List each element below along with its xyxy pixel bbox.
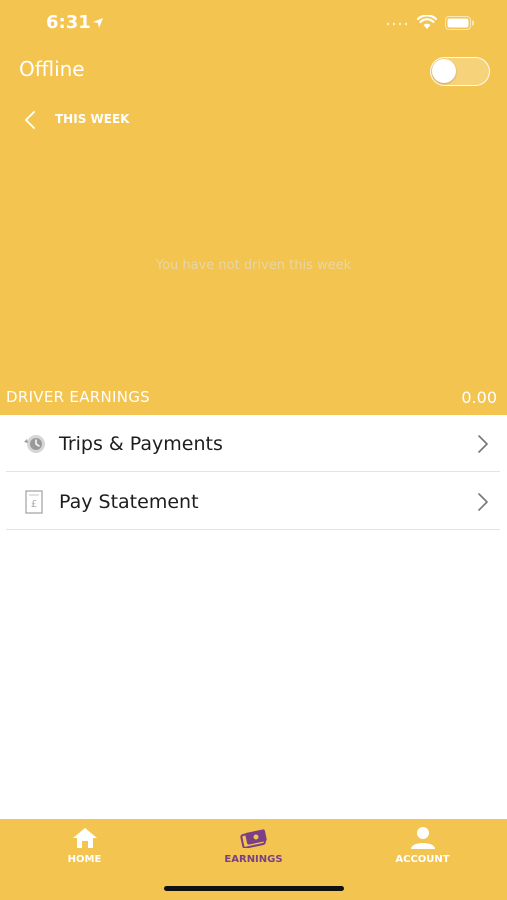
svg-text:£: £ — [31, 499, 37, 510]
history-clock-icon — [24, 435, 45, 453]
driver-earnings-label: DRIVER EARNINGS — [6, 388, 150, 406]
driver-status-label: Offline — [19, 57, 85, 81]
period-label: THIS WEEK — [55, 112, 130, 126]
chevron-left-icon[interactable] — [24, 111, 36, 129]
tab-home[interactable]: HOME — [0, 819, 169, 879]
empty-state-message: You have not driven this week — [155, 258, 352, 273]
chevron-right-icon — [478, 493, 488, 511]
tab-account[interactable]: ACCOUNT — [338, 819, 507, 879]
driver-earnings-value: 0.00 — [461, 388, 497, 407]
cellular-signal-icon — [386, 22, 408, 26]
tab-earnings[interactable]: EARNINGS — [169, 819, 338, 879]
trips-payments-row[interactable]: Trips & Payments — [6, 415, 500, 472]
pay-statement-row[interactable]: £ Pay Statement — [6, 473, 500, 530]
tab-label: EARNINGS — [224, 854, 283, 865]
status-bar: 6:31 — [0, 0, 507, 48]
chevron-right-icon — [478, 435, 488, 453]
person-icon — [410, 827, 435, 849]
menu-item-label: Pay Statement — [59, 491, 199, 513]
home-indicator — [164, 886, 344, 891]
money-icon — [239, 829, 267, 848]
tab-label: ACCOUNT — [395, 854, 450, 865]
home-icon — [72, 828, 97, 848]
toggle-knob — [432, 59, 456, 83]
status-time: 6:31 — [46, 12, 91, 33]
earnings-header: 6:31 Offline THIS WEEK You have not driv… — [0, 0, 507, 415]
battery-icon — [445, 16, 474, 30]
statement-document-icon: £ — [25, 490, 43, 514]
online-toggle[interactable] — [430, 57, 490, 86]
tab-label: HOME — [67, 854, 102, 865]
wifi-icon — [417, 15, 437, 29]
menu-item-label: Trips & Payments — [59, 433, 223, 455]
location-arrow-icon — [93, 18, 103, 28]
